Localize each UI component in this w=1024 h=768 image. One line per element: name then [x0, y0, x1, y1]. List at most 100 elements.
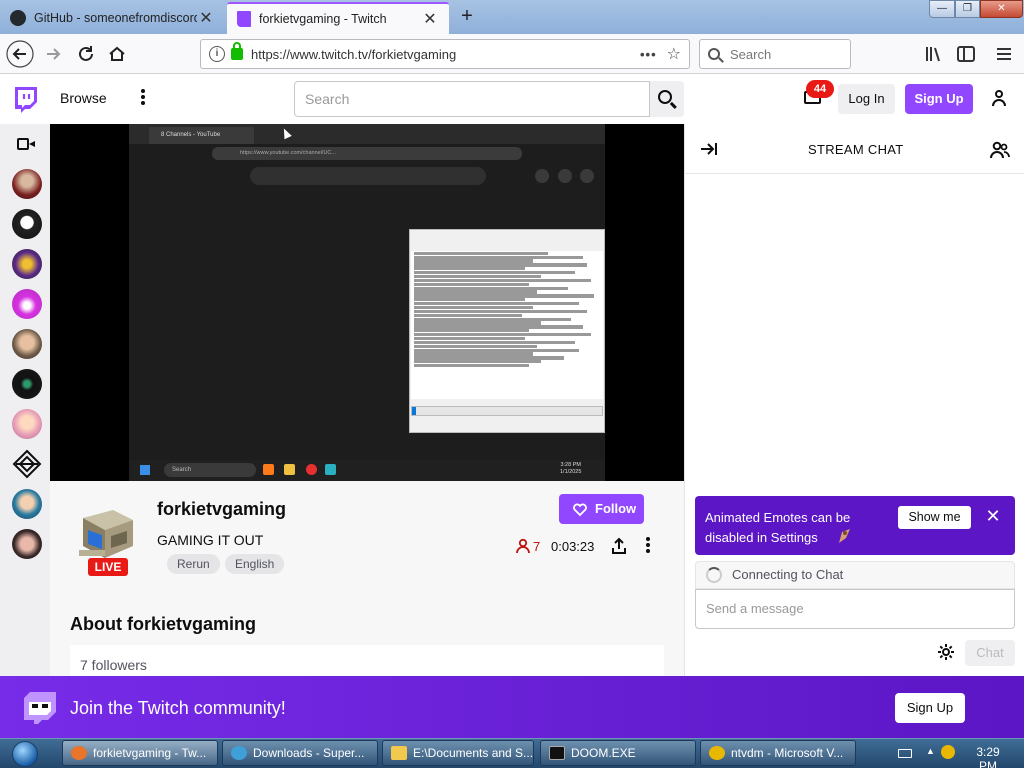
sidebar-channel-avatar[interactable]	[12, 449, 42, 479]
viewer-icon	[516, 538, 530, 554]
github-icon	[10, 10, 26, 26]
windows-logo-icon	[12, 741, 38, 767]
stream-progress-bar	[411, 406, 603, 416]
sidebar-channel-avatar[interactable]	[12, 289, 42, 319]
followed-channels-sidebar	[0, 124, 50, 676]
page-actions-icon[interactable]: •••	[640, 47, 657, 62]
taskbar-item-label: E:\Documents and S...	[413, 746, 534, 760]
forward-arrow-icon	[47, 48, 61, 60]
twitch-search-input[interactable]: Search	[294, 81, 650, 117]
community-icon[interactable]	[990, 141, 1010, 159]
stream-url-bar: https://www.youtube.com/channel/UC...	[212, 147, 522, 160]
system-clock[interactable]: 3:29 PM	[968, 745, 1008, 768]
show-me-button[interactable]: Show me	[898, 506, 971, 529]
menu-icon[interactable]	[992, 42, 1016, 66]
taskbar-item-firefox[interactable]: forkietvgaming - Tw...	[62, 740, 218, 766]
back-button[interactable]	[6, 40, 34, 68]
stream-clock: 3:28 PM 1/1/2025	[560, 462, 582, 475]
stream-tab-title: 8 Channels - YouTube	[149, 127, 254, 144]
lock-icon[interactable]	[231, 42, 243, 60]
chat-send-button[interactable]: Chat	[965, 640, 1015, 666]
sidebar-channel-avatar[interactable]	[12, 529, 42, 559]
sidebar-toggle-icon[interactable]	[954, 42, 978, 66]
channel-name[interactable]: forkietvgaming	[157, 499, 286, 520]
reload-button[interactable]	[72, 40, 100, 68]
sidebar-channel-avatar[interactable]	[12, 489, 42, 519]
stream-icon	[558, 169, 572, 183]
taskbar-item-downloads[interactable]: Downloads - Super...	[222, 740, 378, 766]
tab-title: forkietvgaming - Twitch	[259, 12, 387, 26]
close-icon[interactable]: ✕	[984, 507, 1002, 525]
address-bar[interactable]: i https://www.twitch.tv/forkietvgaming •…	[200, 39, 690, 69]
sidebar-channel-avatar[interactable]	[12, 409, 42, 439]
twitch-logo-icon[interactable]	[12, 86, 38, 114]
url-text[interactable]: https://www.twitch.tv/forkietvgaming	[251, 47, 640, 62]
browser-tab-github[interactable]: GitHub - someonefromdiscord ✕	[0, 2, 225, 34]
signup-button[interactable]: Sign Up	[905, 84, 973, 114]
stream-taskbar-icon	[263, 464, 274, 475]
reload-icon	[79, 46, 93, 61]
downloads-icon	[231, 746, 247, 760]
show-hidden-icons-icon[interactable]: ▲	[926, 746, 935, 756]
emote-icon	[836, 527, 852, 545]
info-icon[interactable]: i	[209, 46, 225, 62]
start-button[interactable]	[4, 740, 48, 768]
new-tab-button[interactable]: +	[455, 4, 479, 28]
stream-youtube-search	[250, 167, 486, 185]
bookmark-star-icon[interactable]: ☆	[667, 44, 681, 64]
window-minimize-button[interactable]: —	[929, 0, 955, 18]
tray-app-icon[interactable]	[941, 745, 955, 759]
forward-button[interactable]	[40, 40, 68, 68]
twitch-glitch-mascot-icon	[20, 688, 60, 728]
close-icon[interactable]: ✕	[421, 9, 439, 29]
channel-more-options-icon[interactable]	[643, 535, 653, 557]
camera-icon[interactable]	[17, 138, 35, 150]
about-heading: About forkietvgaming	[70, 614, 257, 634]
join-banner-text: Join the Twitch community!	[70, 698, 286, 718]
followers-count: 7 followers	[70, 645, 664, 676]
taskbar-item-explorer[interactable]: E:\Documents and S...	[382, 740, 534, 766]
taskbar-item-ntvdm[interactable]: ntvdm - Microsoft V...	[700, 740, 856, 766]
gear-icon[interactable]	[937, 643, 955, 661]
sidebar-channel-avatar[interactable]	[12, 209, 42, 239]
window-close-button[interactable]: ✕	[980, 0, 1023, 18]
stream-icon	[535, 169, 549, 183]
close-icon[interactable]: ✕	[197, 8, 215, 28]
window-maximize-button[interactable]: ❐	[955, 0, 980, 18]
taskbar-item-label: DOOM.EXE	[571, 746, 636, 760]
collapse-chat-icon[interactable]	[700, 142, 718, 156]
taskbar-item-doom[interactable]: DOOM.EXE	[540, 740, 696, 766]
stream-start-icon	[140, 465, 150, 475]
sidebar-channel-avatar[interactable]	[12, 329, 42, 359]
live-badge: LIVE	[88, 558, 128, 576]
stream-icon	[580, 169, 594, 183]
stream-taskbar-icon	[306, 464, 317, 475]
loading-spinner-icon	[706, 567, 722, 583]
share-icon[interactable]	[611, 537, 627, 555]
stream-taskbar-icon	[284, 464, 295, 475]
keyboard-icon[interactable]	[898, 749, 912, 758]
more-options-icon[interactable]	[137, 87, 149, 111]
stream-taskbar-search: Search	[164, 463, 256, 477]
chat-message-input[interactable]: Send a message	[695, 589, 1015, 629]
library-icon[interactable]	[922, 42, 946, 66]
taskbar-item-label: ntvdm - Microsoft V...	[731, 746, 844, 760]
sidebar-channel-avatar[interactable]	[12, 169, 42, 199]
search-placeholder: Search	[730, 46, 772, 62]
sidebar-channel-avatar[interactable]	[12, 369, 42, 399]
login-button[interactable]: Log In	[838, 84, 895, 114]
channel-avatar[interactable]	[77, 506, 139, 562]
search-icon	[658, 90, 672, 104]
sidebar-channel-avatar[interactable]	[12, 249, 42, 279]
browser-tab-twitch[interactable]: forkietvgaming - Twitch ✕	[227, 2, 449, 34]
stream-uptime: 0:03:23	[551, 539, 595, 554]
browse-link[interactable]: Browse	[60, 90, 107, 106]
twitch-search-button[interactable]	[650, 81, 684, 117]
tag-rerun[interactable]: Rerun	[167, 554, 220, 574]
home-button[interactable]	[103, 40, 131, 68]
notification-badge: 44	[806, 80, 834, 98]
banner-signup-button[interactable]: Sign Up	[895, 693, 965, 723]
tag-english[interactable]: English	[225, 554, 285, 574]
user-menu-icon[interactable]	[990, 90, 1008, 108]
browser-search-input[interactable]: Search	[699, 39, 851, 69]
